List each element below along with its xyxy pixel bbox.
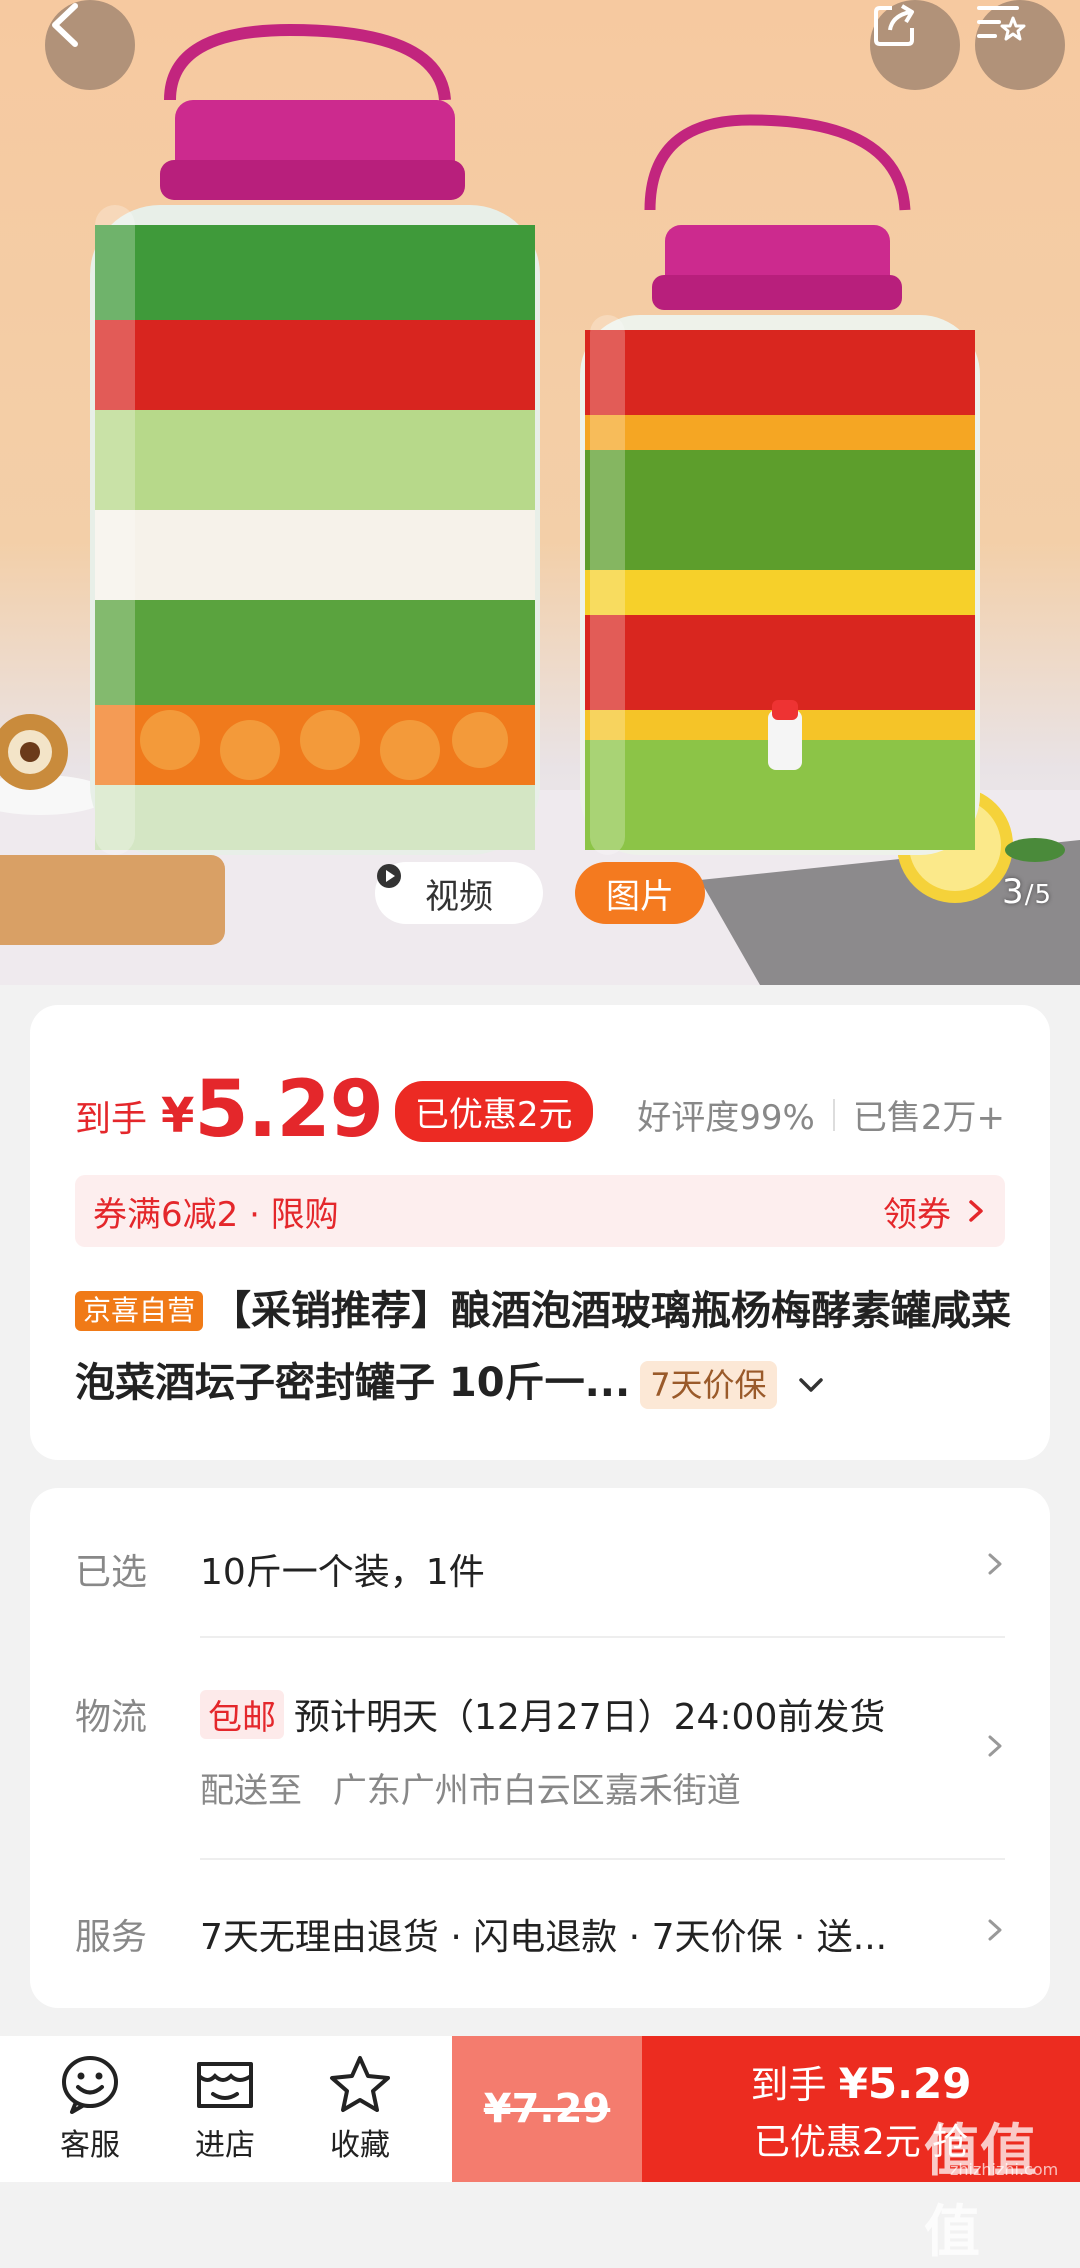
- chevron-left-icon: [52, 3, 78, 47]
- logistics-label: 物流: [75, 1697, 148, 1738]
- selected-value: 10斤一个装，1件: [200, 1552, 485, 1593]
- image-tab-label: 图片: [606, 876, 674, 917]
- chevron-down-icon[interactable]: [797, 1376, 825, 1396]
- self-operated-badge: 京喜自营: [75, 1291, 204, 1331]
- ship-to-line: 配送至 广东广州市白云区嘉禾街道: [200, 1763, 741, 1812]
- play-icon: [377, 864, 401, 888]
- share-button[interactable]: [870, 0, 960, 90]
- discount-badge: 已优惠2元: [394, 1081, 593, 1142]
- star-icon: [330, 2056, 390, 2112]
- delivery-info: 包邮 预计明天（12月27日）24:00前发货: [200, 1688, 885, 1740]
- video-tab[interactable]: 视频: [375, 862, 543, 924]
- coupon-bar[interactable]: 券满6减2 · 限购 领券: [75, 1175, 1005, 1247]
- free-shipping-badge: 包邮: [200, 1690, 284, 1739]
- sold-count: 已售2万+: [852, 1098, 1005, 1138]
- delivery-estimate: 预计明天（12月27日）24:00前发货: [294, 1697, 886, 1738]
- buy-button-price-line: 到手 ¥5.29: [751, 2054, 972, 2109]
- store-icon: [197, 2062, 253, 2108]
- chevron-right-icon: [988, 1919, 1002, 1941]
- image-counter: 3/5: [1002, 872, 1052, 912]
- customer-service-label: 客服: [60, 2128, 120, 2163]
- ship-to-label: 配送至: [200, 1771, 302, 1811]
- rating-text: 好评度99%: [637, 1098, 815, 1138]
- watermark-text: 值值值: [924, 2119, 1036, 2265]
- price-value: 5.29: [194, 1065, 383, 1155]
- price-row: 到手 ¥ 5.29 已优惠2元: [75, 1060, 593, 1150]
- enter-store-button[interactable]: 进店: [160, 2036, 290, 2182]
- image-counter-current: 3: [1002, 872, 1025, 912]
- original-price-button[interactable]: ¥7.29: [452, 2036, 642, 2182]
- row-divider: [200, 1858, 1005, 1860]
- details-card: 已选 10斤一个装，1件 物流 包邮 预计明天（12月27日）24:00前发货 配…: [30, 1488, 1050, 2008]
- watermark-url: zhizhizhi.com: [950, 2160, 1059, 2179]
- service-label: 服务: [75, 1917, 148, 1958]
- service-value: 7天无理由退货 · 闪电退款 · 7天价保 · 送...: [200, 1917, 888, 1958]
- share-icon: [874, 4, 914, 46]
- price-prefix: 到手: [75, 1099, 148, 1140]
- stats-divider: [832, 1098, 835, 1131]
- smiley-chat-icon: [62, 2056, 118, 2114]
- favorite-button[interactable]: 收藏: [295, 2036, 425, 2182]
- back-button[interactable]: [45, 0, 135, 90]
- coupon-text: 券满6减2 · 限购: [93, 1194, 339, 1235]
- row-divider: [200, 1636, 1005, 1638]
- claim-coupon-link[interactable]: 领券: [883, 1187, 951, 1236]
- chevron-right-icon: [969, 1200, 983, 1222]
- favorite-label: 收藏: [330, 2128, 390, 2163]
- product-image-gallery[interactable]: 视频 图片 3/5: [0, 0, 1080, 985]
- image-counter-total: /5: [1024, 880, 1052, 910]
- selected-label: 已选: [75, 1552, 148, 1593]
- customer-service-button[interactable]: 客服: [25, 2036, 155, 2182]
- price-guarantee-badge: 7天价保: [640, 1361, 777, 1409]
- price-currency: ¥: [161, 1088, 195, 1144]
- buy-button-prefix: 到手: [750, 2062, 827, 2107]
- enter-store-label: 进店: [195, 2128, 255, 2163]
- product-title-block[interactable]: 京喜自营 【采销推荐】酿酒泡酒玻璃瓶杨梅酵素罐咸菜泡菜酒坛子密封罐子 10斤一..…: [75, 1275, 1015, 1419]
- chevron-right-icon: [988, 1553, 1002, 1575]
- image-tab[interactable]: 图片: [575, 862, 705, 924]
- menu-star-icon: [977, 6, 1026, 41]
- chevron-right-icon: [988, 1735, 1002, 1757]
- menu-button[interactable]: [975, 0, 1065, 90]
- bottom-action-bar: 客服 进店 收藏 ¥7.29 到手 ¥5.29 已优惠2元 抢 值值值 zhiz…: [0, 2036, 1080, 2265]
- ship-to-address: 广东广州市白云区嘉禾街道: [332, 1771, 741, 1811]
- buy-button-price: ¥5.29: [838, 2058, 972, 2108]
- video-tab-label: 视频: [425, 876, 493, 917]
- price-card: 到手 ¥ 5.29 已优惠2元 好评度99% 已售2万+ 券满6减2 · 限购 …: [30, 1005, 1050, 1460]
- original-price: ¥7.29: [483, 2086, 611, 2132]
- product-title: 【采销推荐】酿酒泡酒玻璃瓶杨梅酵素罐咸菜泡菜酒坛子密封罐子 10斤一...: [75, 1288, 1012, 1406]
- product-photo: [0, 23, 1080, 985]
- product-stats: 好评度99% 已售2万+: [637, 1090, 1005, 1139]
